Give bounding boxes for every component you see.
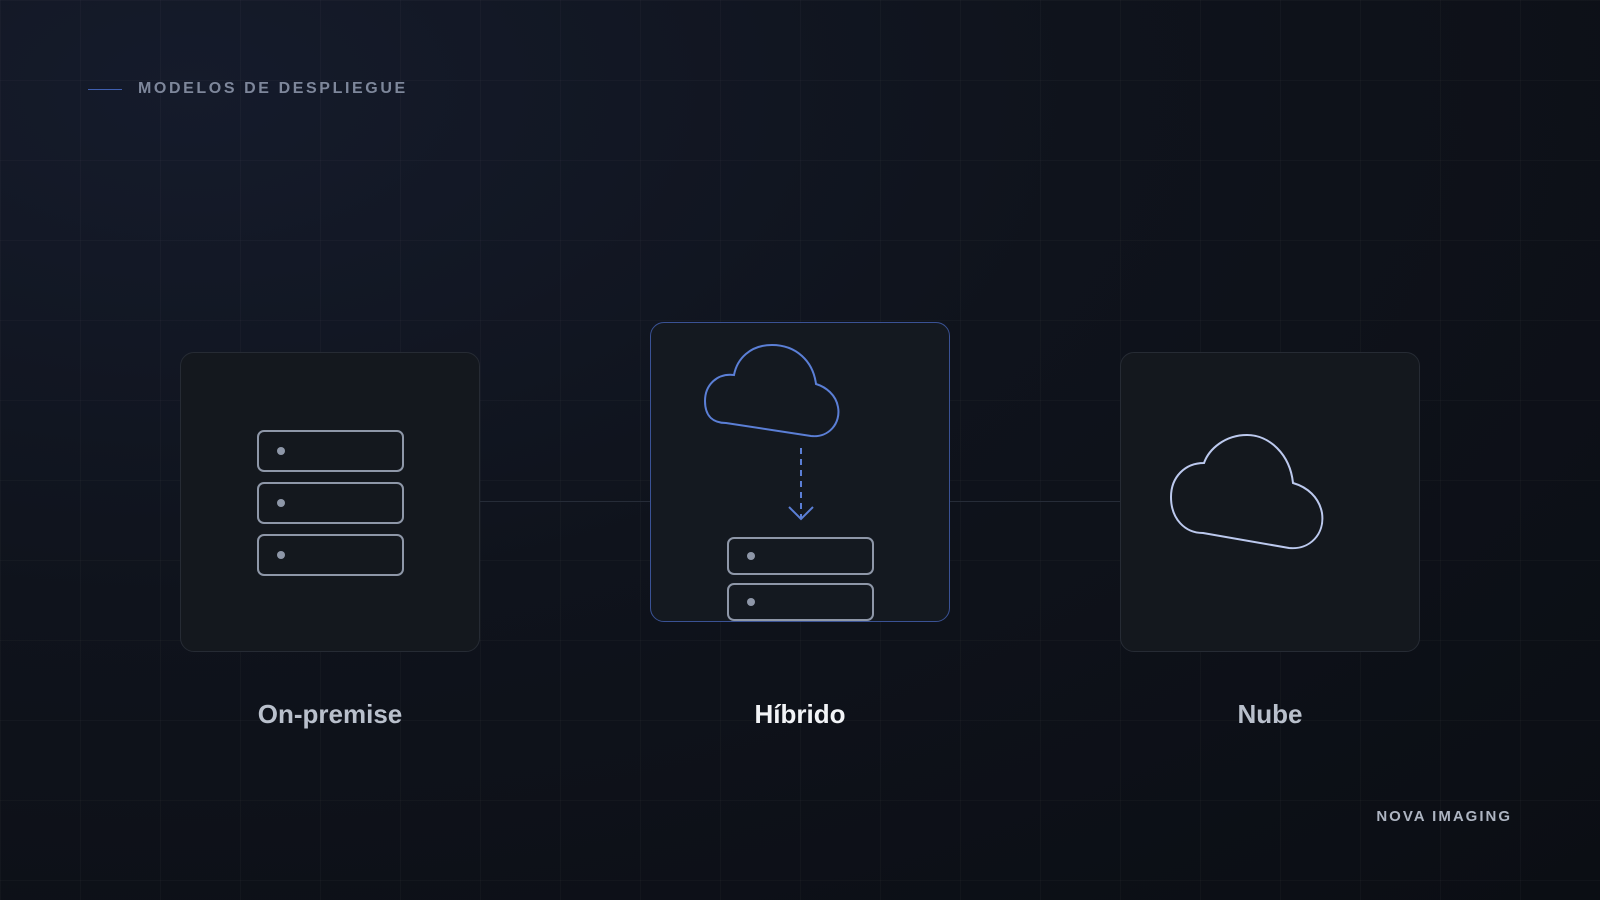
card-on-premise[interactable] <box>180 352 480 652</box>
label-hibrido: Híbrido <box>754 699 846 729</box>
card-hibrido[interactable] <box>650 322 950 622</box>
connector-line-right <box>950 501 1120 502</box>
cloud-to-server-icon <box>703 343 874 621</box>
connector-line-left <box>480 501 650 502</box>
section-title: MODELOS DE DESPLIEGUE <box>138 80 408 97</box>
server-rack-icon <box>257 430 404 576</box>
eyebrow-rule <box>88 88 122 90</box>
label-on-premise: On-premise <box>257 699 403 729</box>
card-nube[interactable] <box>1120 352 1420 652</box>
cloud-icon <box>1169 433 1324 550</box>
section-eyebrow: MODELOS DE DESPLIEGUE <box>88 80 408 98</box>
label-nube: Nube <box>1237 699 1303 729</box>
brand-wordmark: NOVA IMAGING <box>1376 808 1512 825</box>
